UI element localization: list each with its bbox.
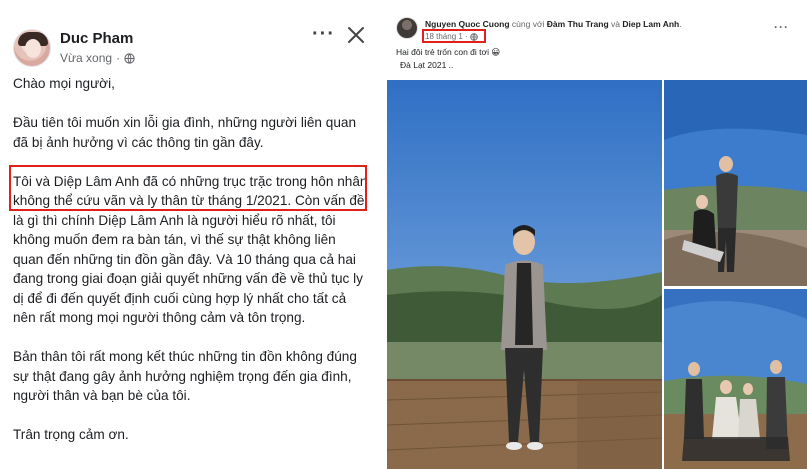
group-of-four-photo[interactable]	[664, 289, 807, 469]
with-text: cùng với	[511, 19, 545, 29]
globe-icon	[124, 52, 135, 64]
post-paragraph: Trân trọng cảm ơn.	[13, 427, 129, 442]
close-icon[interactable]	[345, 24, 367, 46]
more-options-icon[interactable]: ···	[774, 20, 789, 34]
left-post: Duc Pham Vừa xong · ··· Chào mọi người, …	[0, 0, 380, 469]
highlight-box	[9, 165, 367, 211]
author-name[interactable]: Nguyen Quoc Cuong	[425, 19, 510, 29]
author-avatar[interactable]	[13, 29, 51, 67]
highlight-box	[422, 29, 486, 43]
tagged-person[interactable]: Diep Lam Anh	[622, 19, 679, 29]
post-paragraph: Chào mọi người,	[13, 76, 115, 91]
post-caption: Hai đôi trẻ trốn con đi tơi 😀	[396, 47, 501, 57]
post-meta: Vừa xong ·	[60, 51, 135, 65]
post-body: Chào mọi người, Đầu tiên tôi muốn xin lỗ…	[13, 74, 368, 464]
tagged-person[interactable]: Đàm Thu Trang	[547, 19, 609, 29]
man-on-deck-photo[interactable]	[387, 80, 662, 469]
author-name[interactable]: Duc Pham	[60, 30, 133, 47]
more-options-icon[interactable]: ···	[312, 23, 335, 46]
post-paragraph: Bản thân tôi rất mong kết thúc những tin…	[13, 349, 357, 403]
right-post: Nguyen Quoc Cuong cùng với Đàm Thu Trang…	[387, 0, 807, 469]
post-time[interactable]: Vừa xong	[60, 51, 112, 65]
author-avatar[interactable]	[396, 17, 418, 39]
post-caption: Đà Lạt 2021 ..	[400, 60, 454, 70]
post-paragraph: Đầu tiên tôi muốn xin lỗi gia đình, nhữn…	[13, 115, 357, 150]
and-text: và	[611, 19, 621, 29]
post-header: Nguyen Quoc Cuong cùng với Đàm Thu Trang…	[425, 19, 682, 29]
couple-on-rock-photo[interactable]	[664, 80, 807, 286]
